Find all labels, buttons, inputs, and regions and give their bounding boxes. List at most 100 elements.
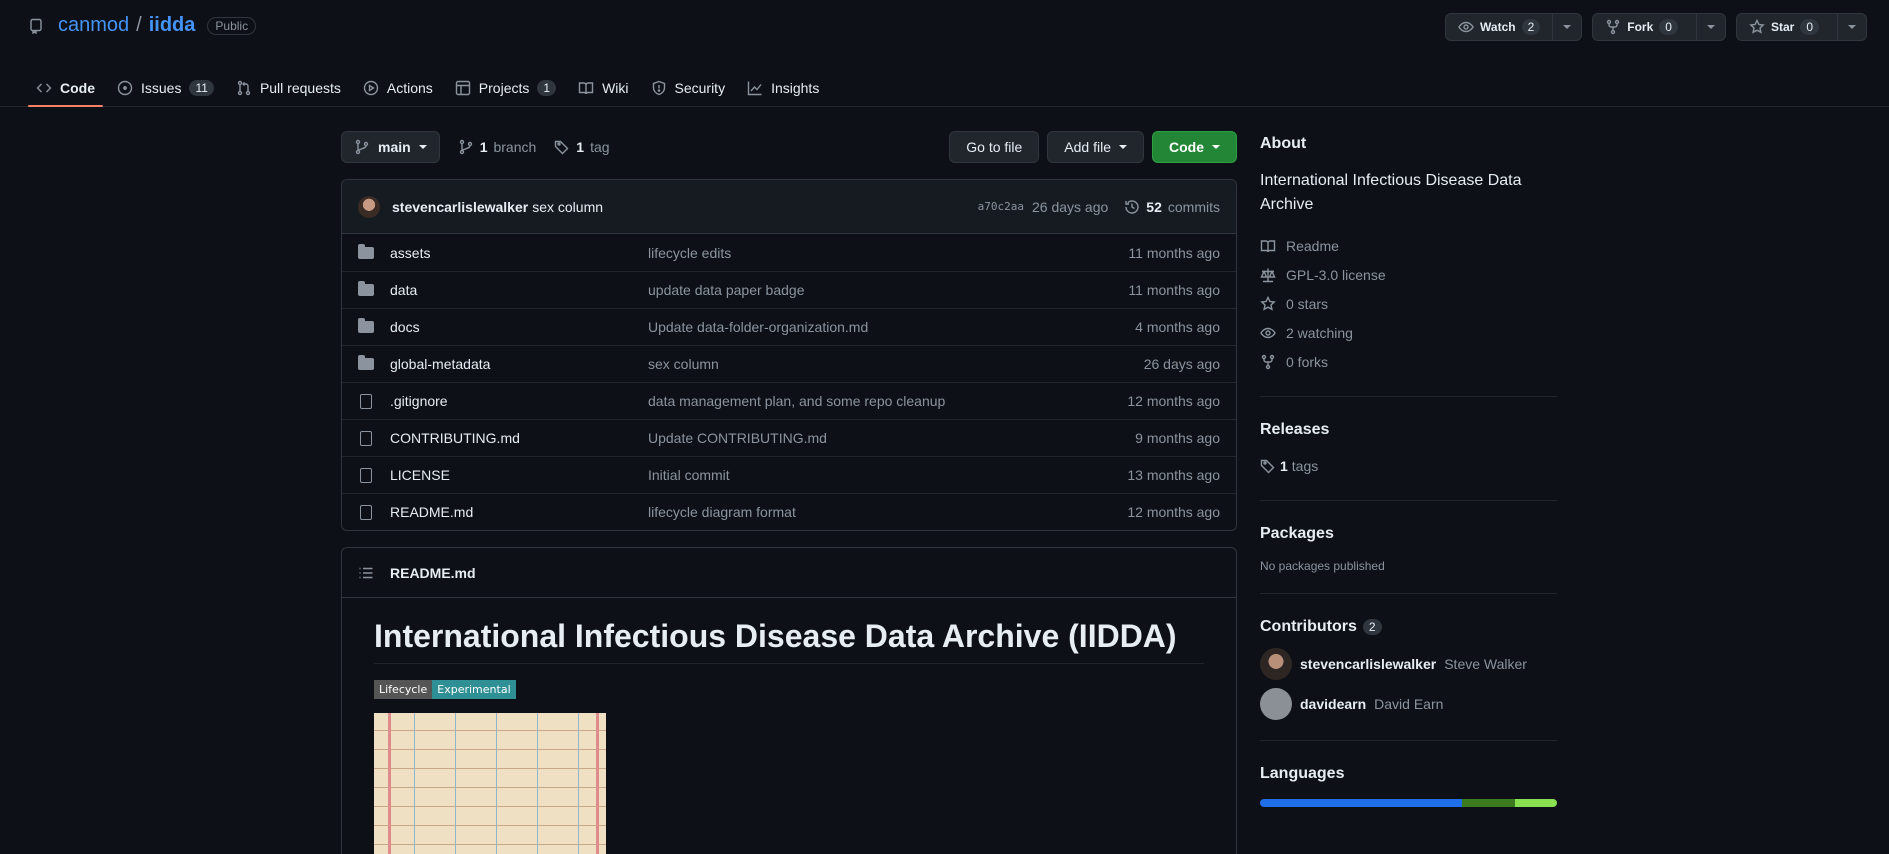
forks-link[interactable]: 0 forks [1260,347,1557,376]
tags-link[interactable]: 1 tag [554,139,610,155]
tab-label: Code [60,79,95,96]
eye-icon [1458,19,1474,35]
tab-code[interactable]: Code [28,68,103,107]
commits-link[interactable]: 52 commits [1124,199,1220,215]
contributor-login: davidearn [1300,696,1367,712]
stars-link[interactable]: 0 stars [1260,289,1557,318]
file-commit-message-link[interactable]: Update data-folder-organization.md [648,319,1135,335]
star-dropdown-button[interactable] [1838,14,1866,40]
about-sidebar: About International Infectious Disease D… [1260,131,1557,807]
chevron-down-icon [1563,25,1572,29]
file-commit-message-link[interactable]: lifecycle diagram format [648,504,1127,520]
language-segment[interactable] [1461,799,1516,807]
commit-sha-link[interactable]: a70c2aa [978,200,1024,213]
file-row[interactable]: LICENSE Initial commit 13 months ago [342,456,1236,493]
tab-wiki[interactable]: Wiki [570,68,636,107]
add-file-button[interactable]: Add file [1047,131,1144,163]
author-avatar[interactable] [358,195,380,218]
visibility-badge: Public [207,16,257,35]
tab-pull-requests[interactable]: Pull requests [228,68,349,107]
packages-heading[interactable]: Packages [1260,525,1557,543]
branch-select-button[interactable]: main [341,131,440,163]
file-commit-message-link[interactable]: update data paper badge [648,282,1128,298]
commits-count: 52 [1146,198,1162,215]
book-icon [578,80,594,96]
file-commit-message-link[interactable]: Initial commit [648,467,1127,483]
watchers-link[interactable]: 2 watching [1260,318,1557,347]
file-name-link[interactable]: assets [390,245,648,261]
tag-icon [1260,458,1276,474]
watch-dropdown-button[interactable] [1553,14,1581,40]
divider [1260,740,1557,741]
tab-actions[interactable]: Actions [355,68,441,107]
file-name-link[interactable]: .gitignore [390,393,648,409]
readme-link[interactable]: Readme [1260,231,1557,260]
file-name-link[interactable]: data [390,282,648,298]
file-row[interactable]: README.md lifecycle diagram format 12 mont… [342,493,1236,530]
watch-button[interactable]: Watch 2 [1446,14,1554,40]
file-row[interactable]: CONTRIBUTING.md Update CONTRIBUTING.md 9 m… [342,419,1236,456]
license-link[interactable]: GPL-3.0 license [1260,260,1557,289]
file-row[interactable]: global-metadata sex column 26 days ago [342,345,1236,382]
code-button[interactable]: Code [1152,131,1237,163]
file-name-link[interactable]: global-metadata [390,356,648,372]
file-commit-message-link[interactable]: data management plan, and some repo clea… [648,393,1127,409]
latest-commit-bar: stevencarlislewalker sex column a70c2aa … [342,180,1236,234]
language-segment[interactable] [1515,799,1557,807]
sidebar-item-label: Readme [1286,237,1339,254]
releases-heading[interactable]: Releases [1260,421,1557,439]
file-name-link[interactable]: CONTRIBUTING.md [390,430,648,446]
file-commit-message-link[interactable]: sex column [648,356,1144,372]
folder-icon [358,318,374,333]
file-name-link[interactable]: README.md [390,504,648,520]
about-heading: About [1260,135,1307,152]
watch-label: Watch [1480,20,1516,34]
file-commit-message-link[interactable]: lifecycle edits [648,245,1128,261]
star-button[interactable]: Star 0 [1737,14,1838,40]
repo-actions: Watch 2 Fork 0 Star 0 [1445,13,1867,41]
avatar [1260,648,1292,680]
releases-count: 1 [1280,457,1288,474]
packages-empty-text: No packages published [1260,559,1385,573]
tab-security[interactable]: Security [643,68,734,107]
about-list: Readme GPL-3.0 license 0 stars 2 watchin… [1260,231,1557,376]
contributor-item[interactable]: stevencarlislewalker Steve Walker [1260,648,1557,680]
commit-author-link[interactable]: stevencarlislewalker [392,199,528,215]
file-row[interactable]: assets lifecycle edits 11 months ago [342,234,1236,271]
file-name-link[interactable]: LICENSE [390,467,648,483]
list-icon[interactable] [358,565,374,581]
file-icon [358,393,374,409]
language-segment[interactable] [1260,799,1462,807]
tab-label: Projects [478,79,530,96]
fork-button[interactable]: Fork 0 [1593,14,1697,40]
lifecycle-badge[interactable]: Lifecycle Experimental [374,680,516,699]
ledger-margin-line [596,713,599,854]
contributor-item[interactable]: davidearn David Earn [1260,688,1557,720]
repo-name-link[interactable]: iidda [149,14,196,37]
file-commit-message-link[interactable]: Update CONTRIBUTING.md [648,430,1135,446]
eye-icon [1260,325,1276,341]
branches-link[interactable]: 1 branch [458,139,536,155]
tab-label: Actions [386,79,433,96]
file-row[interactable]: docs Update data-folder-organization.md 4 … [342,308,1236,345]
graph-icon [747,80,763,96]
file-row[interactable]: data update data paper badge 11 months ago [342,271,1236,308]
tab-insights[interactable]: Insights [739,68,827,107]
repo-owner-link[interactable]: canmod [58,14,129,37]
folder-icon [358,243,374,259]
readme-content: International Infectious Disease Data Ar… [342,598,1236,854]
chevron-down-icon [1848,25,1856,29]
releases-tags-link[interactable]: 1 tags [1260,451,1557,480]
star-label: Star [1770,20,1795,34]
go-to-file-button[interactable]: Go to file [949,131,1040,163]
file-commit-date: 26 days ago [1143,356,1220,372]
tab-issues[interactable]: Issues 11 [109,68,222,107]
fork-dropdown-button[interactable] [1697,14,1725,40]
tags-label: tag [590,139,610,155]
tab-projects[interactable]: Projects 1 [447,68,564,107]
file-name-link[interactable]: docs [390,319,648,335]
contributors-heading[interactable]: Contributors 2 [1260,618,1557,636]
file-row[interactable]: .gitignore data management plan, and some… [342,382,1236,419]
repo-separator: / [136,14,142,36]
commit-message-link[interactable]: sex column [532,199,603,215]
